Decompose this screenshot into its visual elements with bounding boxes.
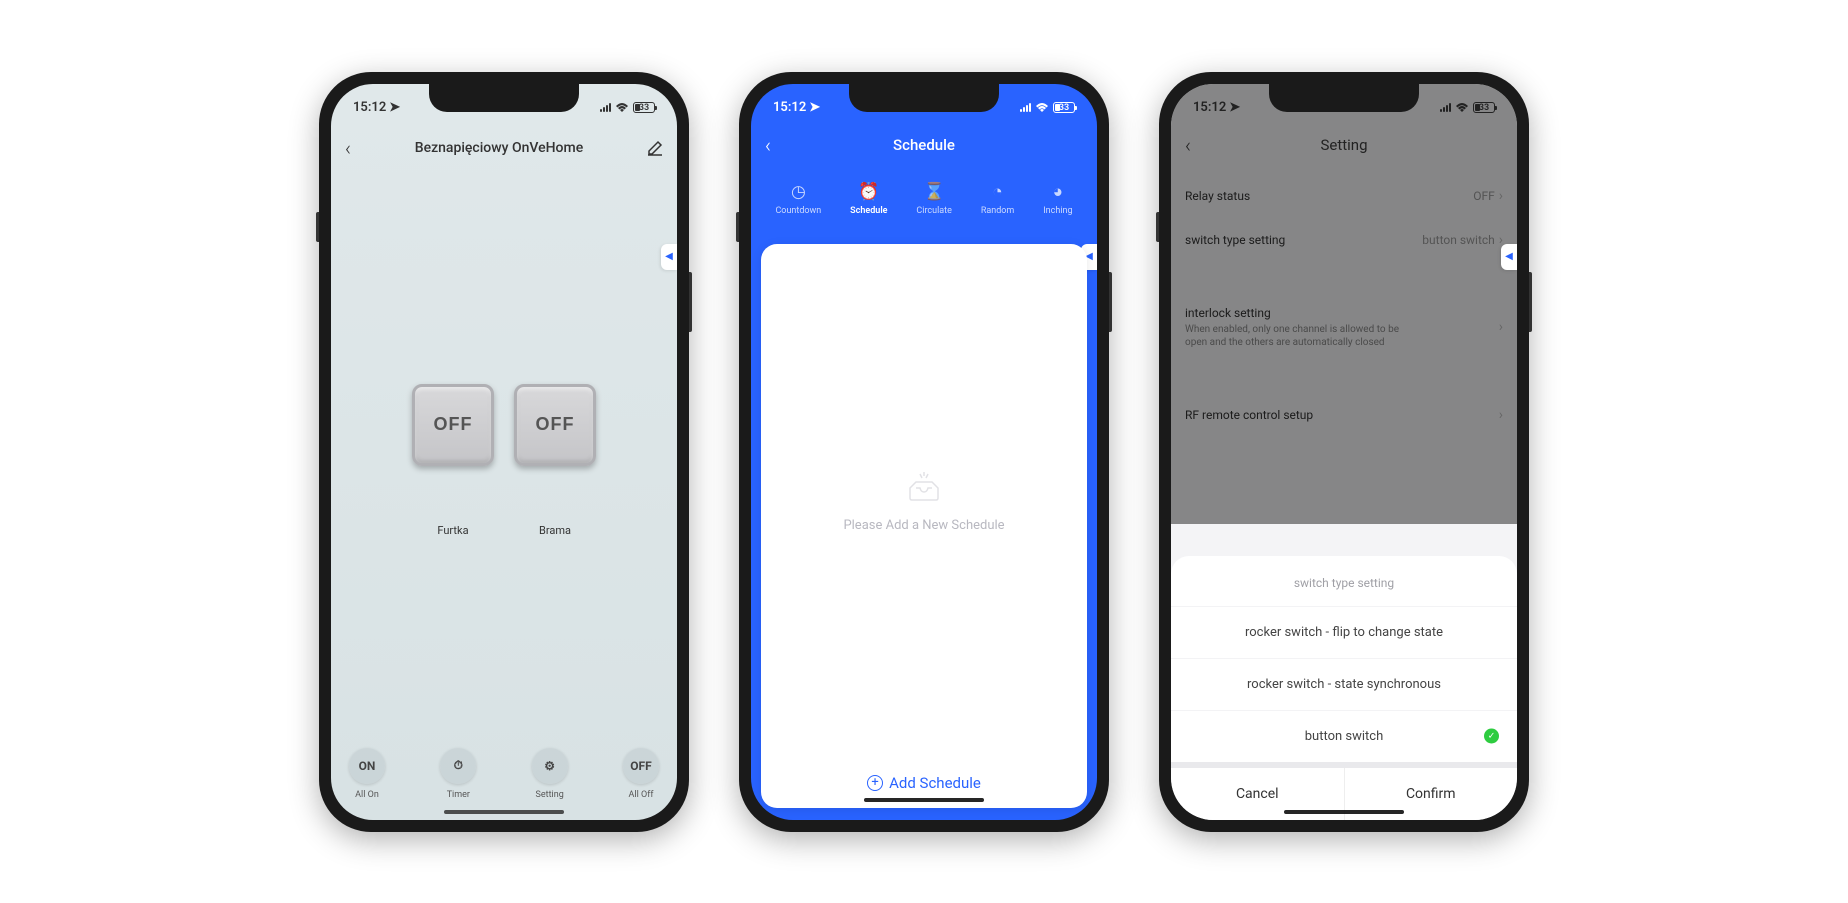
edit-button[interactable]	[647, 140, 663, 156]
plus-icon: +	[867, 775, 883, 791]
battery-icon: 33	[1053, 102, 1075, 113]
side-pull-tab[interactable]: ◀	[661, 244, 677, 270]
screen-schedule: 15:12 ➤ 33 ‹ Schedule ◷Countdown ⏰Schedu…	[751, 84, 1097, 820]
home-indicator[interactable]	[444, 810, 564, 814]
home-indicator[interactable]	[864, 798, 984, 802]
sheet-option-rocker-flip[interactable]: rocker switch - flip to change state	[1171, 606, 1517, 658]
random-icon: ◔	[992, 182, 1002, 202]
sheet-option-rocker-sync[interactable]: rocker switch - state synchronous	[1171, 658, 1517, 710]
status-time: 15:12	[353, 100, 386, 115]
screen-setting: 15:12 ➤ 33 ‹ Setting Relay status OFF› s…	[1171, 84, 1517, 820]
wifi-icon	[1455, 103, 1469, 113]
nav-bar: ‹ Beznapięciowy OnVeHome	[331, 126, 677, 170]
tab-countdown[interactable]: ◷Countdown	[775, 182, 821, 216]
empty-icon	[902, 468, 946, 504]
battery-icon: 33	[633, 102, 655, 113]
side-pull-tab[interactable]: ◀	[1501, 244, 1517, 270]
page-title: Setting	[1320, 136, 1367, 154]
back-button[interactable]: ‹	[765, 133, 771, 157]
signal-icon	[1440, 103, 1451, 112]
page-title: Beznapięciowy OnVeHome	[415, 140, 583, 156]
signal-icon	[600, 103, 611, 112]
switch-button-2[interactable]: OFF	[514, 384, 596, 466]
wifi-icon	[1035, 103, 1049, 113]
location-icon: ➤	[809, 100, 820, 115]
status-time: 15:12	[773, 100, 806, 115]
notch	[1269, 84, 1419, 112]
notch	[849, 84, 999, 112]
notch	[429, 84, 579, 112]
empty-state: Please Add a New Schedule	[761, 244, 1087, 758]
off-icon: OFF	[630, 759, 651, 773]
location-icon: ➤	[389, 100, 400, 115]
tab-random[interactable]: ◔Random	[981, 182, 1015, 216]
switch-label-2: Brama	[514, 524, 596, 537]
all-off-button[interactable]: OFF All Off	[623, 748, 659, 800]
battery-icon: 33	[1473, 102, 1495, 113]
bottom-toolbar: ON All On ⏱ Timer ⚙ Setting OFF All Off	[331, 748, 677, 800]
timer-icon: ⏱	[454, 758, 463, 773]
countdown-icon: ◷	[791, 182, 806, 202]
action-sheet: switch type setting rocker switch - flip…	[1171, 556, 1517, 820]
phone-3: 15:12 ➤ 33 ‹ Setting Relay status OFF› s…	[1159, 72, 1529, 832]
checkmark-icon: ✓	[1484, 729, 1499, 744]
gear-icon: ⚙	[544, 759, 555, 773]
schedule-icon: ⏰	[858, 182, 879, 202]
empty-text: Please Add a New Schedule	[843, 518, 1004, 533]
phone-1: 15:12 ➤ 33 ‹ Beznapięciowy OnVeHome ◀ OF…	[319, 72, 689, 832]
signal-icon	[1020, 103, 1031, 112]
phone-2: 15:12 ➤ 33 ‹ Schedule ◷Countdown ⏰Schedu…	[739, 72, 1109, 832]
switch-button-1[interactable]: OFF	[412, 384, 494, 466]
sheet-title: switch type setting	[1171, 566, 1517, 606]
tab-circulate[interactable]: ⌛Circulate	[916, 182, 952, 216]
back-button[interactable]: ‹	[345, 136, 351, 160]
inching-icon: ◕	[1053, 182, 1063, 202]
tab-inching[interactable]: ◕Inching	[1043, 182, 1072, 216]
switch-row: OFF OFF	[331, 384, 677, 466]
location-icon: ➤	[1229, 100, 1240, 115]
page-title: Schedule	[893, 136, 955, 154]
timer-button[interactable]: ⏱ Timer	[440, 748, 476, 800]
back-button[interactable]: ‹	[1185, 133, 1191, 157]
sheet-option-button-switch[interactable]: button switch ✓	[1171, 710, 1517, 762]
schedule-card: Please Add a New Schedule + Add Schedule	[761, 244, 1087, 808]
circulate-icon: ⌛	[924, 182, 945, 202]
switch-label-1: Furtka	[412, 524, 494, 537]
tab-schedule[interactable]: ⏰Schedule	[850, 182, 887, 216]
nav-bar: ‹ Setting	[1171, 126, 1517, 164]
on-icon: ON	[359, 759, 376, 773]
status-time: 15:12	[1193, 100, 1226, 115]
home-indicator[interactable]	[1284, 810, 1404, 814]
screen-main: 15:12 ➤ 33 ‹ Beznapięciowy OnVeHome ◀ OF…	[331, 84, 677, 820]
nav-bar: ‹ Schedule	[751, 126, 1097, 164]
schedule-tabs: ◷Countdown ⏰Schedule ⌛Circulate ◔Random …	[751, 174, 1097, 226]
wifi-icon	[615, 103, 629, 113]
setting-button[interactable]: ⚙ Setting	[532, 748, 568, 800]
all-on-button[interactable]: ON All On	[349, 748, 385, 800]
